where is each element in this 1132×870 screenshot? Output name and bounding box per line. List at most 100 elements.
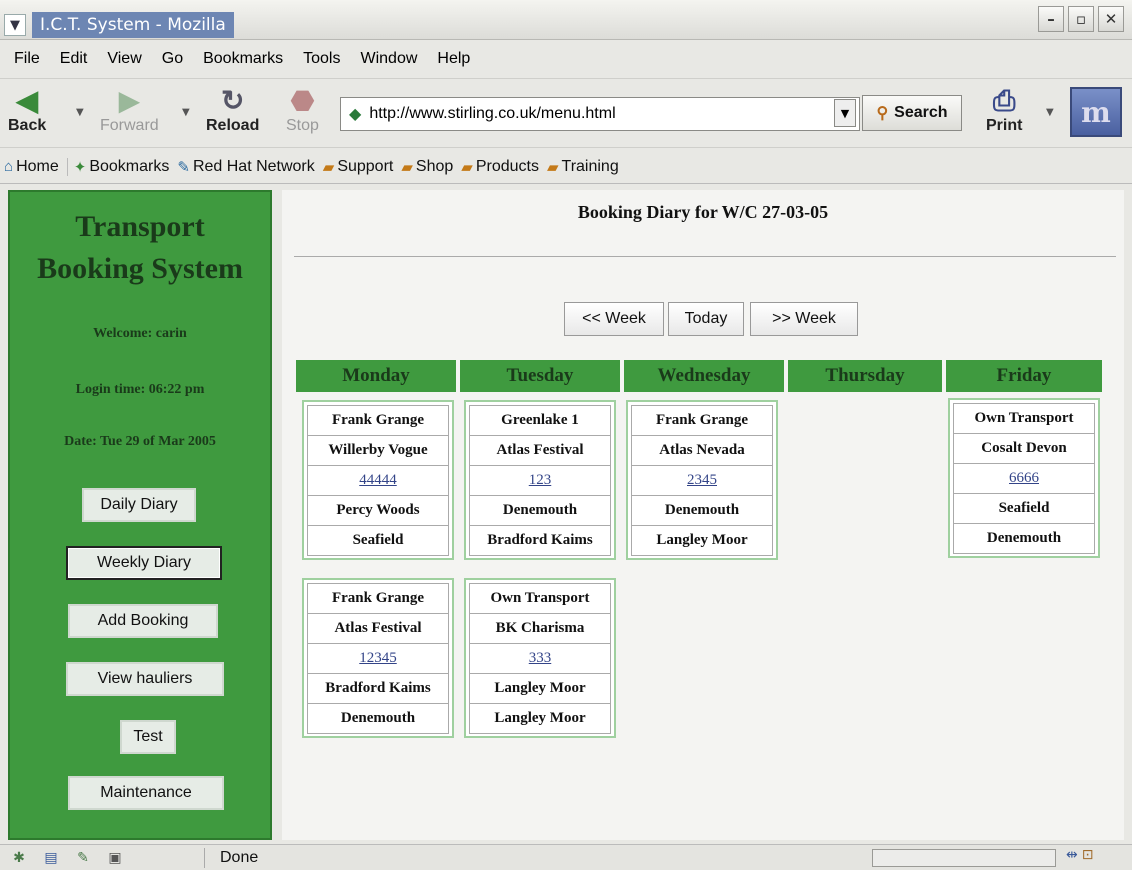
maintenance-button[interactable]: Maintenance <box>68 776 224 810</box>
today-button[interactable]: Today <box>668 302 744 336</box>
add-booking-button[interactable]: Add Booking <box>68 604 218 638</box>
maximize-button[interactable]: ▫ <box>1068 6 1094 32</box>
close-button[interactable]: ✕ <box>1098 6 1124 32</box>
reload-label: Reload <box>206 117 260 134</box>
weekly-diary-button[interactable]: Weekly Diary <box>66 546 222 580</box>
booking-reference-link[interactable]: 123 <box>469 465 611 496</box>
booking-reference-link[interactable]: 333 <box>469 643 611 674</box>
bookmark-red-hat-network[interactable]: ✎ Red Hat Network <box>177 158 314 176</box>
booking-card: Frank Grange Atlas Festival 12345 Bradfo… <box>302 578 454 738</box>
forward-label: Forward <box>100 117 159 134</box>
url-dropdown-icon[interactable]: ▼ <box>834 99 856 127</box>
window-menu-icon[interactable]: ▼ <box>4 14 26 36</box>
booking-caravan: Atlas Nevada <box>631 435 773 466</box>
day-header-monday: Monday <box>296 360 456 392</box>
booking-from: Langley Moor <box>469 673 611 704</box>
menu-go[interactable]: Go <box>162 50 183 68</box>
url-text: http://www.stirling.co.uk/menu.html <box>369 105 616 122</box>
stop-button[interactable]: ⬣ Stop <box>286 85 319 135</box>
minimize-button[interactable]: – <box>1038 6 1064 32</box>
status-divider <box>204 848 205 868</box>
menu-file[interactable]: File <box>14 50 40 68</box>
navigator-icon[interactable]: ✱ <box>6 850 32 866</box>
booking-to: Langley Moor <box>469 703 611 734</box>
test-button[interactable]: Test <box>120 720 176 754</box>
main-content: Booking Diary for W/C 27-03-05 << Week T… <box>282 190 1124 840</box>
reload-icon: ↻ <box>220 85 245 116</box>
bookmark-products[interactable]: ▰ Products <box>461 158 539 176</box>
previous-week-button[interactable]: << Week <box>564 302 664 336</box>
back-dropdown-icon[interactable]: ▼ <box>76 107 84 118</box>
menu-help[interactable]: Help <box>437 50 470 68</box>
search-button[interactable]: ⚲ Search <box>862 95 962 131</box>
booking-reference-link[interactable]: 12345 <box>307 643 449 674</box>
bookmark-label: Bookmarks <box>89 157 170 175</box>
forward-button[interactable]: ▶ Forward <box>100 85 159 135</box>
reload-button[interactable]: ↻ Reload <box>206 85 259 135</box>
status-text: Done <box>220 849 259 866</box>
login-time: Login time: 06:22 pm <box>75 382 205 397</box>
navigation-toolbar: ◀ Back ▼ ▶ Forward ▼ ↻ Reload ⬣ Stop ◆ h… <box>0 78 1132 148</box>
booking-caravan: Willerby Vogue <box>307 435 449 466</box>
url-field[interactable]: ◆ http://www.stirling.co.uk/menu.html <box>340 97 860 131</box>
menu-view[interactable]: View <box>107 50 141 68</box>
booking-reference-link[interactable]: 44444 <box>307 465 449 496</box>
booking-reference-link[interactable]: 2345 <box>631 465 773 496</box>
divider <box>294 256 1116 257</box>
browser-window: ▼ I.C.T. System - Mozilla – ▫ ✕ File Edi… <box>0 0 1132 870</box>
menu-tools[interactable]: Tools <box>303 50 340 68</box>
booking-from: Bradford Kaims <box>307 673 449 704</box>
security-lock-icon[interactable]: ⊡ <box>1082 847 1094 863</box>
print-button[interactable]: ⎙ Print <box>986 85 1022 135</box>
forward-dropdown-icon[interactable]: ▼ <box>182 107 190 118</box>
bookmark-bookmarks[interactable]: ✦ Bookmarks <box>66 157 170 176</box>
bookmark-support[interactable]: ▰ Support <box>323 158 394 176</box>
back-button[interactable]: ◀ Back <box>8 85 46 135</box>
app-title-line1: Transport <box>75 210 205 243</box>
bookmark-shop[interactable]: ▰ Shop <box>401 158 453 176</box>
folder-icon: ▰ <box>461 158 473 176</box>
booking-to: Denemouth <box>953 523 1095 554</box>
day-header-thursday: Thursday <box>788 360 942 392</box>
booking-from: Denemouth <box>631 495 773 526</box>
booking-to: Langley Moor <box>631 525 773 556</box>
bookmark-training[interactable]: ▰ Training <box>547 158 619 176</box>
connection-icon[interactable]: ⇹ <box>1066 847 1078 863</box>
welcome-text: Welcome: carin <box>93 326 187 341</box>
booking-caravan: Atlas Festival <box>469 435 611 466</box>
bookmark-home[interactable]: ⌂ Home <box>4 158 59 176</box>
page-title: Booking Diary for W/C 27-03-05 <box>577 202 829 222</box>
day-header-wednesday: Wednesday <box>624 360 784 392</box>
status-bar: ✱ ▤ ✎ ▣ Done ⇹ ⊡ <box>0 844 1132 870</box>
mail-icon[interactable]: ▤ <box>38 850 64 866</box>
menu-bar: File Edit View Go Bookmarks Tools Window… <box>0 44 1132 74</box>
print-dropdown-icon[interactable]: ▼ <box>1046 107 1054 118</box>
booking-from: Percy Woods <box>307 495 449 526</box>
booking-card: Frank Grange Willerby Vogue 44444 Percy … <box>302 400 454 560</box>
redhat-icon: ✎ <box>177 158 190 176</box>
search-icon: ⚲ <box>876 105 889 122</box>
print-label: Print <box>986 117 1023 134</box>
booking-card: Own Transport Cosalt Devon 6666 Seafield… <box>948 398 1100 558</box>
daily-diary-button[interactable]: Daily Diary <box>82 488 196 522</box>
address-book-icon[interactable]: ▣ <box>102 850 128 866</box>
booking-haulier: Frank Grange <box>307 405 449 436</box>
home-icon: ⌂ <box>4 158 14 175</box>
composer-icon[interactable]: ✎ <box>70 850 96 866</box>
search-label: Search <box>894 104 948 121</box>
booking-card: Frank Grange Atlas Nevada 2345 Denemouth… <box>626 400 778 560</box>
next-week-button[interactable]: >> Week <box>750 302 858 336</box>
booking-to: Bradford Kaims <box>469 525 611 556</box>
mozilla-throbber-icon[interactable]: m <box>1070 87 1122 137</box>
booking-card: Greenlake 1 Atlas Festival 123 Denemouth… <box>464 400 616 560</box>
day-header-friday: Friday <box>946 360 1102 392</box>
booking-reference-link[interactable]: 6666 <box>953 463 1095 494</box>
current-date: Date: Tue 29 of Mar 2005 <box>64 434 216 449</box>
bookmarks-icon: ✦ <box>73 158 87 176</box>
view-hauliers-button[interactable]: View hauliers <box>66 662 224 696</box>
bookmark-label: Shop <box>415 157 454 175</box>
menu-window[interactable]: Window <box>360 50 417 68</box>
menu-bookmarks[interactable]: Bookmarks <box>203 50 283 68</box>
booking-from: Denemouth <box>469 495 611 526</box>
menu-edit[interactable]: Edit <box>60 50 88 68</box>
